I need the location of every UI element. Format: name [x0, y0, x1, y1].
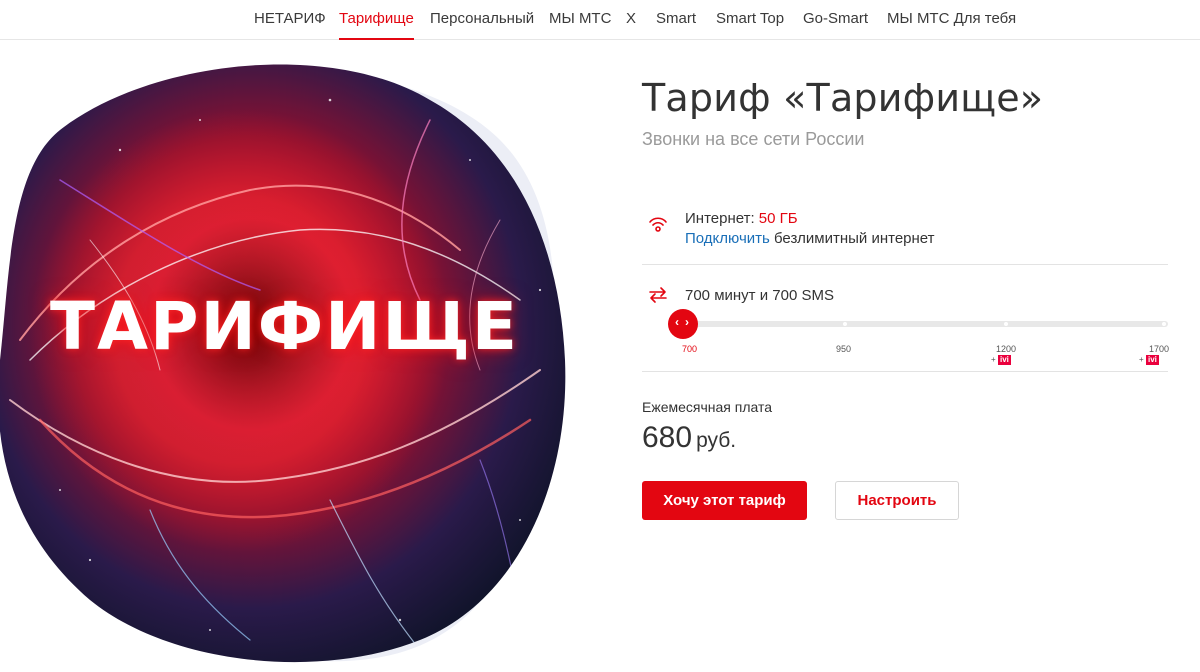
fee-amount: 680	[642, 421, 693, 454]
unlimited-internet-row: Подключить безлимитный интернет	[685, 230, 935, 247]
hero-tariff-word: ТАРИФИЩЕ	[50, 288, 519, 365]
slider-tick-1700: 1700	[1149, 344, 1170, 354]
chevron-left-icon: ‹	[675, 315, 679, 329]
page-subtitle: Звонки на все сети России	[642, 129, 865, 149]
monthly-fee-value: 680 руб.	[642, 421, 736, 455]
divider	[642, 264, 1168, 265]
nav-item-tarifische[interactable]: Тарифище	[339, 0, 414, 40]
ivi-logo-1200: ivi	[998, 355, 1011, 365]
connect-unlimited-link[interactable]: Подключить	[685, 230, 770, 247]
ivi-logo-1700: ivi	[1146, 355, 1159, 365]
slider-tick-1200: 1200	[996, 344, 1017, 354]
exchange-arrows-icon	[648, 286, 668, 309]
ivi-plus-1700: +	[1139, 355, 1144, 364]
wifi-icon	[648, 214, 668, 239]
internet-allowance: Интернет: 50 ГБ	[685, 210, 798, 227]
nav-list: НЕТАРИФ Тарифище Персональный МЫ МТС X S…	[0, 0, 1200, 40]
nav-item-my-mts-for-you[interactable]: МЫ МТС Для тебя	[887, 0, 1016, 39]
nav-item-netarif[interactable]: НЕТАРИФ	[254, 0, 326, 39]
top-nav: НЕТАРИФ Тарифище Персональный МЫ МТС X S…	[0, 0, 1200, 40]
nav-item-my-mts[interactable]: МЫ МТС	[549, 0, 611, 39]
tariff-hero-image: ТАРИФИЩЕ	[0, 40, 600, 672]
slider-tick-950: 950	[836, 344, 852, 354]
unlimited-internet-text: безлимитный интернет	[769, 230, 935, 247]
want-tariff-button[interactable]: Хочу этот тариф	[642, 481, 807, 520]
configure-button[interactable]: Настроить	[835, 481, 959, 520]
slider-tick-700: 700	[682, 344, 698, 354]
monthly-fee-label: Ежемесячная плата	[642, 399, 773, 415]
fee-unit: руб.	[696, 429, 737, 452]
slider-stop-950[interactable]	[843, 322, 847, 326]
nav-item-go-smart[interactable]: Go-Smart	[803, 0, 868, 39]
divider	[642, 371, 1168, 372]
page-title: Тариф «Тарифище»	[642, 76, 1044, 120]
internet-value: 50 ГБ	[758, 210, 798, 227]
minutes-slider-track[interactable]	[683, 321, 1168, 327]
chevron-right-icon: ›	[685, 315, 689, 329]
minutes-sms-text: 700 минут и 700 SMS	[685, 287, 834, 304]
slider-stop-1200[interactable]	[1004, 322, 1008, 326]
nav-item-personal[interactable]: Персональный	[430, 0, 534, 39]
nav-item-smart-top[interactable]: Smart Top	[716, 0, 784, 39]
slider-stop-1700[interactable]	[1162, 322, 1166, 326]
nav-item-smart[interactable]: Smart	[656, 0, 696, 39]
internet-label: Интернет:	[685, 210, 759, 227]
nav-item-x[interactable]: X	[626, 0, 636, 39]
ivi-plus-1200: +	[991, 355, 996, 364]
minutes-slider-handle[interactable]: ‹ ›	[668, 309, 698, 339]
